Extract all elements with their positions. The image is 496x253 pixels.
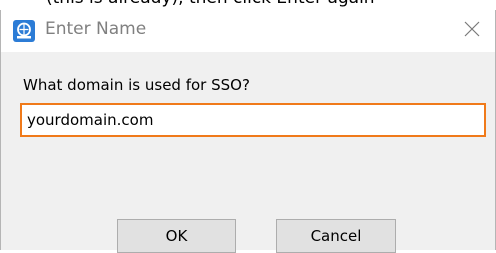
domain-input[interactable] <box>22 105 484 135</box>
close-icon <box>464 21 480 41</box>
close-button[interactable] <box>449 10 495 52</box>
clipped-background-text-strip: (this is already), then click Enter agai… <box>0 0 496 10</box>
title-bar: Enter Name <box>1 10 495 52</box>
clipped-background-text: (this is already), then click Enter agai… <box>46 0 375 8</box>
enter-name-dialog: Enter Name What domain is used for SSO? … <box>0 10 496 253</box>
dialog-title: Enter Name <box>45 19 147 39</box>
ok-button[interactable]: OK <box>117 219 236 253</box>
cancel-button[interactable]: Cancel <box>276 219 396 253</box>
app-logo-icon <box>13 20 35 42</box>
domain-input-container <box>20 103 486 137</box>
domain-prompt-label: What domain is used for SSO? <box>23 76 250 94</box>
